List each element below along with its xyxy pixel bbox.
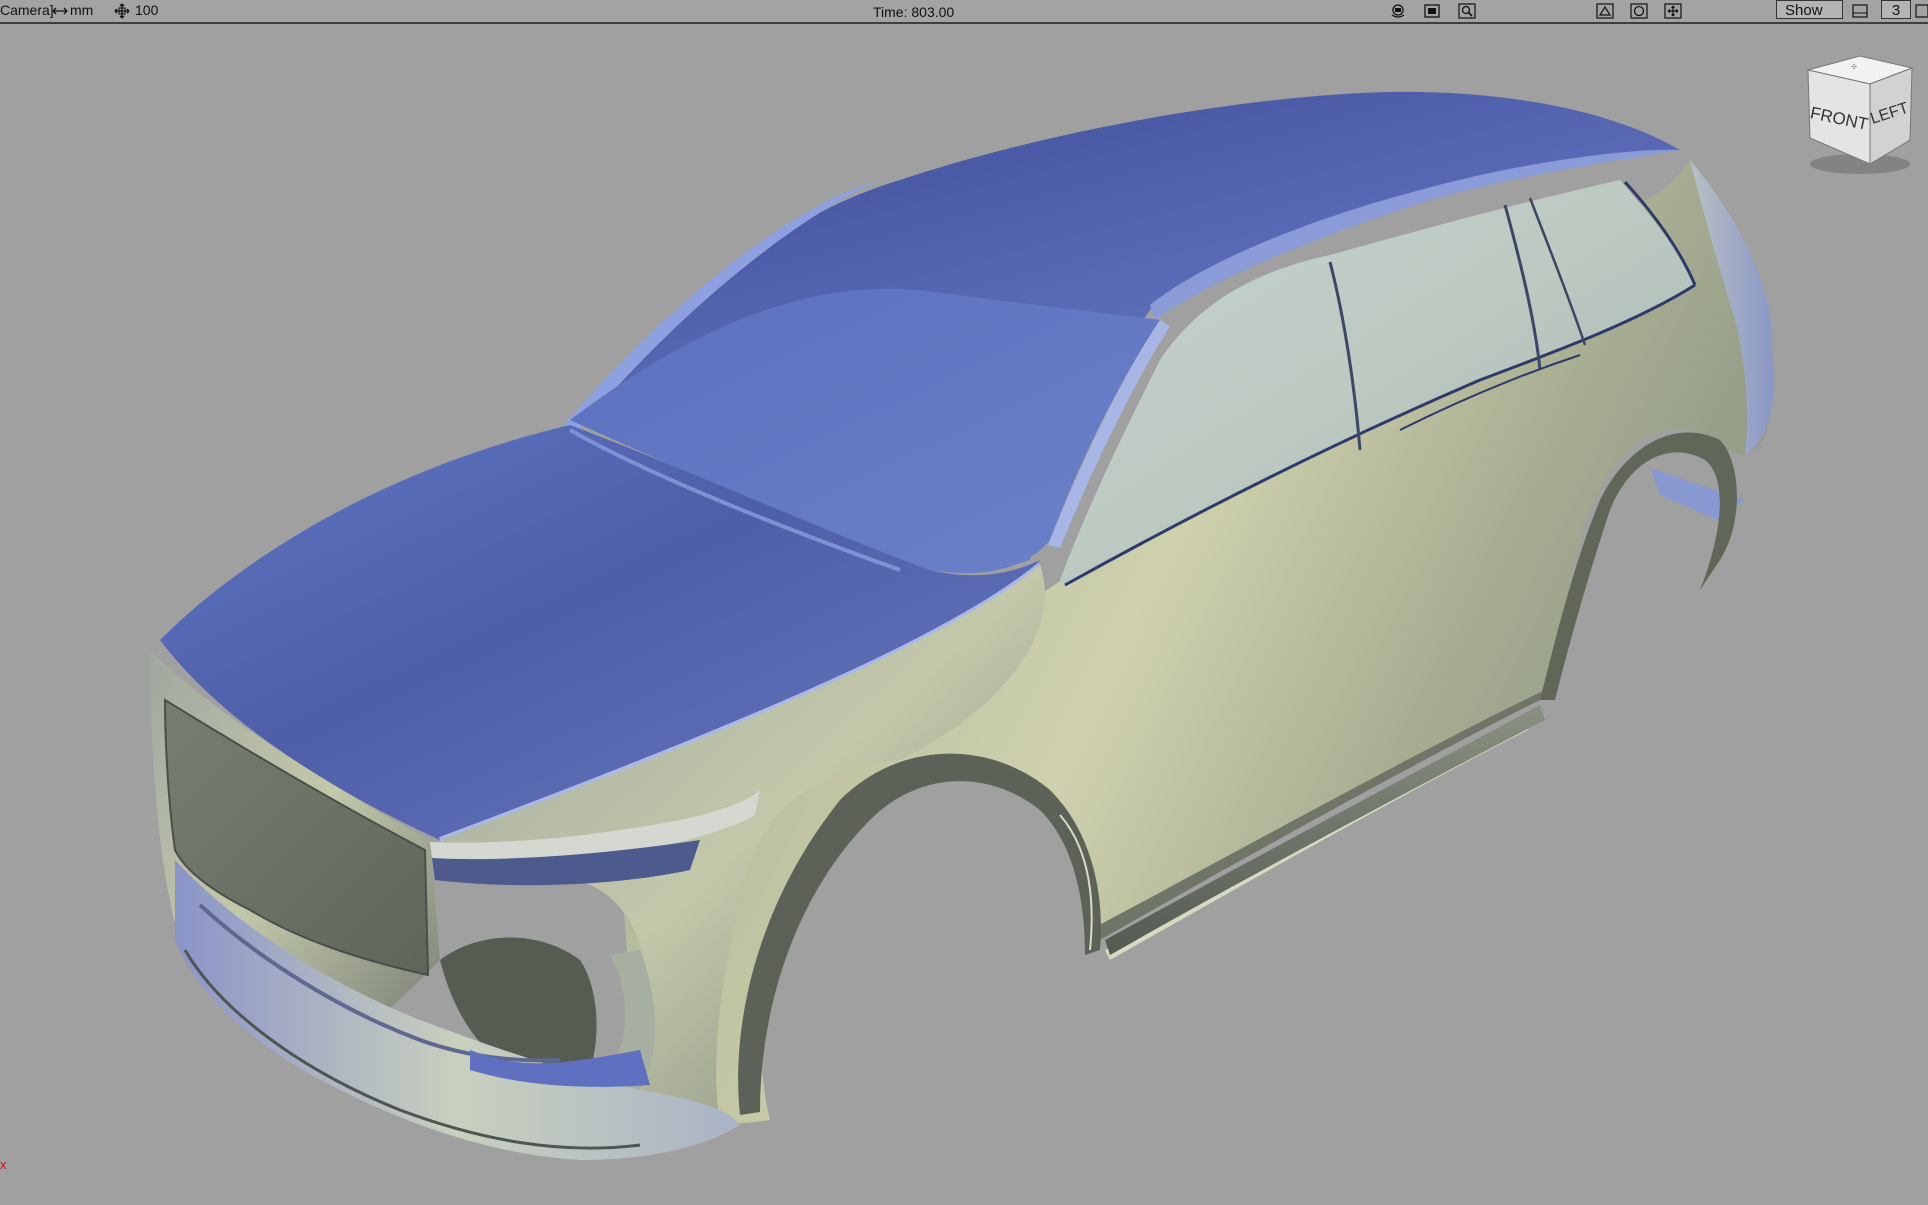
view-cube-top-glyph: ✣ — [1851, 63, 1857, 71]
axis-x-indicator: x — [0, 1157, 7, 1172]
view-frame-icon[interactable] — [1629, 2, 1649, 20]
unit-label[interactable]: mm — [70, 2, 93, 18]
camera-dolly-icon[interactable] — [1422, 2, 1442, 20]
show-menu-button[interactable]: Show — [1776, 0, 1843, 19]
view-cube[interactable]: ✣ FRONT LEFT — [1798, 52, 1922, 180]
car-body-model[interactable] — [0, 24, 1928, 1205]
camera-zoom-icon[interactable] — [1457, 2, 1477, 20]
layer-number-box[interactable]: 3 — [1881, 0, 1911, 19]
view-pan-icon[interactable] — [1663, 2, 1683, 20]
grid-move-icon — [112, 2, 132, 20]
units-arrow-icon — [50, 2, 70, 20]
viewport-toolbar: Camera] mm 100 Time: 803.00 Show 3 — [0, 0, 1928, 24]
grid-value[interactable]: 100 — [135, 2, 158, 18]
view-fit-icon[interactable] — [1595, 2, 1615, 20]
modeling-viewport[interactable]: Camera] mm 100 Time: 803.00 Show 3 ✣ FRO… — [0, 0, 1928, 1205]
layer-panel-icon[interactable] — [1850, 2, 1870, 20]
camera-tumble-icon[interactable] — [1388, 2, 1408, 20]
panel-edge-icon[interactable] — [1914, 2, 1928, 20]
camera-view-label[interactable]: Camera] — [0, 2, 54, 18]
time-readout: Time: 803.00 — [873, 4, 955, 20]
